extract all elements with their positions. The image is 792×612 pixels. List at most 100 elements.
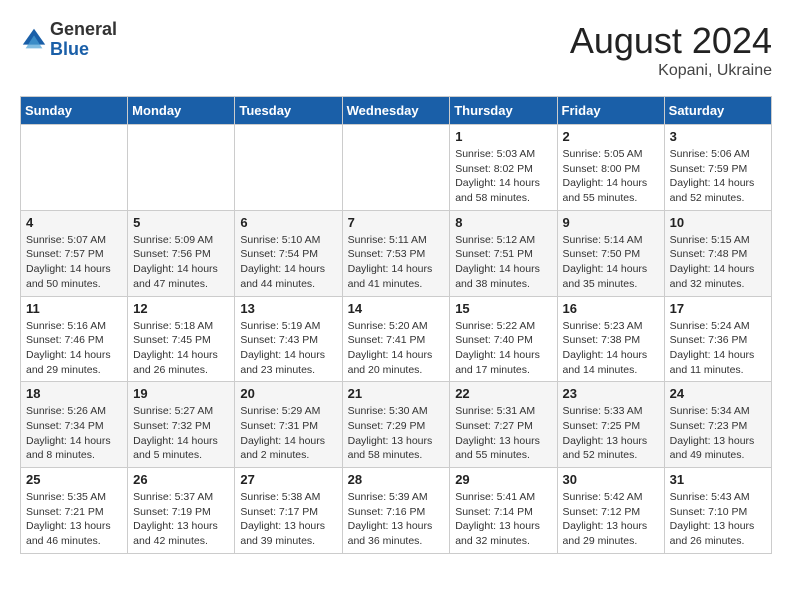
calendar-cell: 23 Sunrise: 5:33 AMSunset: 7:25 PMDayligh… — [557, 382, 664, 468]
day-info: Sunrise: 5:26 AMSunset: 7:34 PMDaylight:… — [26, 404, 122, 463]
location: Kopani, Ukraine — [570, 62, 772, 80]
day-number: 29 — [455, 472, 551, 487]
day-info: Sunrise: 5:27 AMSunset: 7:32 PMDaylight:… — [133, 404, 229, 463]
day-number: 18 — [26, 386, 122, 401]
calendar-cell: 13Sunrise: 5:19 AMSunset: 7:43 PMDayligh… — [235, 296, 342, 382]
day-info: Sunrise: 5:15 AMSunset: 7:48 PMDaylight:… — [670, 233, 766, 292]
day-info: Sunrise: 5:39 AMSunset: 7:16 PMDaylight:… — [348, 490, 445, 549]
calendar-cell: 6 Sunrise: 5:10 AMSunset: 7:54 PMDaylight… — [235, 210, 342, 296]
calendar-cell: 17 Sunrise: 5:24 AMSunset: 7:36 PMDayligh… — [664, 296, 771, 382]
day-header-tuesday: Tuesday — [235, 97, 342, 125]
day-info: Sunrise: 5:41 AMSunset: 7:14 PMDaylight:… — [455, 490, 551, 549]
calendar-cell: 12 Sunrise: 5:18 AMSunset: 7:45 PMDayligh… — [128, 296, 235, 382]
day-number: 6 — [240, 215, 336, 230]
day-info: Sunrise: 5:20 AMSunset: 7:41 PMDaylight:… — [348, 319, 445, 378]
calendar-cell: 22 Sunrise: 5:31 AMSunset: 7:27 PMDayligh… — [450, 382, 557, 468]
logo-general: General — [50, 19, 117, 39]
calendar-cell: 9 Sunrise: 5:14 AMSunset: 7:50 PMDaylight… — [557, 210, 664, 296]
day-info: Sunrise: 5:33 AMSunset: 7:25 PMDaylight:… — [563, 404, 659, 463]
day-number: 12 — [133, 301, 229, 316]
day-number: 24 — [670, 386, 766, 401]
day-info: Sunrise: 5:19 AMSunset: 7:43 PMDaylight:… — [240, 319, 336, 378]
calendar-cell: 30 Sunrise: 5:42 AMSunset: 7:12 PMDayligh… — [557, 468, 664, 554]
calendar-week-1: 1Sunrise: 5:03 AMSunset: 8:02 PMDaylight… — [21, 125, 772, 211]
day-info: Sunrise: 5:35 AMSunset: 7:21 PMDaylight:… — [26, 490, 122, 549]
day-number: 5 — [133, 215, 229, 230]
day-number: 4 — [26, 215, 122, 230]
calendar-cell: 3 Sunrise: 5:06 AMSunset: 7:59 PMDaylight… — [664, 125, 771, 211]
day-number: 25 — [26, 472, 122, 487]
day-number: 2 — [563, 129, 659, 144]
calendar-cell: 7 Sunrise: 5:11 AMSunset: 7:53 PMDaylight… — [342, 210, 450, 296]
calendar-cell: 2 Sunrise: 5:05 AMSunset: 8:00 PMDaylight… — [557, 125, 664, 211]
calendar-week-3: 11Sunrise: 5:16 AMSunset: 7:46 PMDayligh… — [21, 296, 772, 382]
day-number: 17 — [670, 301, 766, 316]
day-info: Sunrise: 5:11 AMSunset: 7:53 PMDaylight:… — [348, 233, 445, 292]
day-number: 19 — [133, 386, 229, 401]
day-info: Sunrise: 5:05 AMSunset: 8:00 PMDaylight:… — [563, 147, 659, 206]
calendar-cell: 31Sunrise: 5:43 AMSunset: 7:10 PMDayligh… — [664, 468, 771, 554]
day-info: Sunrise: 5:24 AMSunset: 7:36 PMDaylight:… — [670, 319, 766, 378]
day-number: 20 — [240, 386, 336, 401]
calendar-cell: 24Sunrise: 5:34 AMSunset: 7:23 PMDayligh… — [664, 382, 771, 468]
day-number: 22 — [455, 386, 551, 401]
day-number: 8 — [455, 215, 551, 230]
calendar-header-row: SundayMondayTuesdayWednesdayThursdayFrid… — [21, 97, 772, 125]
day-number: 9 — [563, 215, 659, 230]
calendar-week-5: 25 Sunrise: 5:35 AMSunset: 7:21 PMDayligh… — [21, 468, 772, 554]
calendar-cell: 8 Sunrise: 5:12 AMSunset: 7:51 PMDaylight… — [450, 210, 557, 296]
day-header-monday: Monday — [128, 97, 235, 125]
calendar-cell: 14Sunrise: 5:20 AMSunset: 7:41 PMDayligh… — [342, 296, 450, 382]
calendar-cell: 11Sunrise: 5:16 AMSunset: 7:46 PMDayligh… — [21, 296, 128, 382]
day-number: 7 — [348, 215, 445, 230]
day-header-friday: Friday — [557, 97, 664, 125]
day-info: Sunrise: 5:22 AMSunset: 7:40 PMDaylight:… — [455, 319, 551, 378]
calendar-cell: 1Sunrise: 5:03 AMSunset: 8:02 PMDaylight… — [450, 125, 557, 211]
calendar-table: SundayMondayTuesdayWednesdayThursdayFrid… — [20, 96, 772, 554]
day-info: Sunrise: 5:43 AMSunset: 7:10 PMDaylight:… — [670, 490, 766, 549]
day-info: Sunrise: 5:37 AMSunset: 7:19 PMDaylight:… — [133, 490, 229, 549]
day-info: Sunrise: 5:06 AMSunset: 7:59 PMDaylight:… — [670, 147, 766, 206]
day-info: Sunrise: 5:09 AMSunset: 7:56 PMDaylight:… — [133, 233, 229, 292]
day-number: 26 — [133, 472, 229, 487]
calendar-cell: 27Sunrise: 5:38 AMSunset: 7:17 PMDayligh… — [235, 468, 342, 554]
day-info: Sunrise: 5:31 AMSunset: 7:27 PMDaylight:… — [455, 404, 551, 463]
day-header-saturday: Saturday — [664, 97, 771, 125]
day-number: 27 — [240, 472, 336, 487]
day-info: Sunrise: 5:16 AMSunset: 7:46 PMDaylight:… — [26, 319, 122, 378]
calendar-cell: 26 Sunrise: 5:37 AMSunset: 7:19 PMDayligh… — [128, 468, 235, 554]
logo-icon — [20, 26, 48, 54]
calendar-cell: 19 Sunrise: 5:27 AMSunset: 7:32 PMDayligh… — [128, 382, 235, 468]
calendar-cell: 5 Sunrise: 5:09 AMSunset: 7:56 PMDaylight… — [128, 210, 235, 296]
calendar-week-2: 4 Sunrise: 5:07 AMSunset: 7:57 PMDaylight… — [21, 210, 772, 296]
logo: General Blue — [20, 20, 117, 60]
day-info: Sunrise: 5:23 AMSunset: 7:38 PMDaylight:… — [563, 319, 659, 378]
day-info: Sunrise: 5:14 AMSunset: 7:50 PMDaylight:… — [563, 233, 659, 292]
day-header-sunday: Sunday — [21, 97, 128, 125]
day-header-wednesday: Wednesday — [342, 97, 450, 125]
calendar-cell: 4 Sunrise: 5:07 AMSunset: 7:57 PMDaylight… — [21, 210, 128, 296]
calendar-cell: 16Sunrise: 5:23 AMSunset: 7:38 PMDayligh… — [557, 296, 664, 382]
calendar-cell — [342, 125, 450, 211]
logo-blue: Blue — [50, 39, 89, 59]
day-info: Sunrise: 5:42 AMSunset: 7:12 PMDaylight:… — [563, 490, 659, 549]
calendar-cell — [235, 125, 342, 211]
day-info: Sunrise: 5:10 AMSunset: 7:54 PMDaylight:… — [240, 233, 336, 292]
day-number: 1 — [455, 129, 551, 144]
title-block: August 2024 Kopani, Ukraine — [570, 20, 772, 80]
day-info: Sunrise: 5:07 AMSunset: 7:57 PMDaylight:… — [26, 233, 122, 292]
day-number: 30 — [563, 472, 659, 487]
day-number: 3 — [670, 129, 766, 144]
day-number: 10 — [670, 215, 766, 230]
day-info: Sunrise: 5:29 AMSunset: 7:31 PMDaylight:… — [240, 404, 336, 463]
calendar-cell: 15Sunrise: 5:22 AMSunset: 7:40 PMDayligh… — [450, 296, 557, 382]
page-header: General Blue August 2024 Kopani, Ukraine — [20, 20, 772, 80]
day-info: Sunrise: 5:18 AMSunset: 7:45 PMDaylight:… — [133, 319, 229, 378]
day-number: 23 — [563, 386, 659, 401]
day-number: 21 — [348, 386, 445, 401]
day-number: 28 — [348, 472, 445, 487]
calendar-cell: 28 Sunrise: 5:39 AMSunset: 7:16 PMDayligh… — [342, 468, 450, 554]
day-info: Sunrise: 5:12 AMSunset: 7:51 PMDaylight:… — [455, 233, 551, 292]
calendar-week-4: 18 Sunrise: 5:26 AMSunset: 7:34 PMDayligh… — [21, 382, 772, 468]
month-year: August 2024 — [570, 20, 772, 62]
